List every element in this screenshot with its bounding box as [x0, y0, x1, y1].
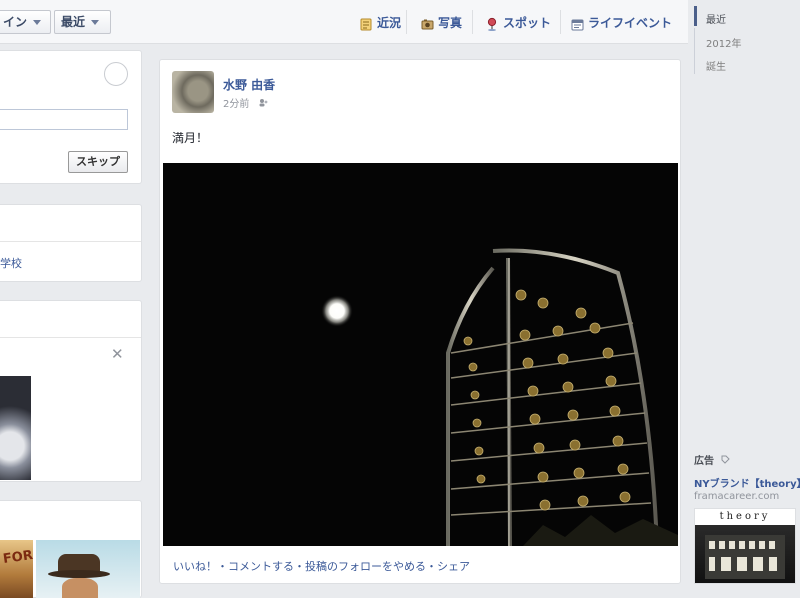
tab-life-event-label: ライフイベント: [588, 16, 673, 30]
tab-status-label: 近況: [377, 16, 402, 30]
tab-photo[interactable]: 写真: [421, 13, 462, 33]
school-link[interactable]: 学校: [0, 255, 22, 271]
avatar[interactable]: [172, 71, 214, 113]
timeline-nav-2012[interactable]: 2012年: [706, 35, 741, 50]
recent-dropdown[interactable]: 最近: [54, 10, 111, 34]
post-photo[interactable]: [163, 163, 678, 546]
divider: [472, 10, 473, 34]
post-text: 満月！: [172, 131, 209, 145]
camera-icon: [421, 17, 434, 30]
radio-circle[interactable]: [104, 62, 128, 86]
tab-photo-label: 写真: [438, 16, 463, 30]
timeline-nav-line: [694, 28, 695, 74]
post-meta: 2分前: [223, 95, 268, 110]
moon: [321, 295, 353, 327]
ad-url: framacareer.com: [694, 491, 780, 502]
status-icon: [360, 17, 372, 30]
thumbnail-photo[interactable]: [36, 540, 140, 598]
divider: [0, 241, 141, 242]
close-icon[interactable]: ✕: [111, 345, 124, 363]
life-event-icon: [571, 17, 584, 30]
tab-life-event[interactable]: ライフイベント: [571, 13, 672, 33]
divider: [560, 10, 561, 34]
map-pin-icon: [486, 17, 498, 31]
ad-title[interactable]: NYブランド【theory】: [694, 475, 800, 490]
tab-status[interactable]: 近況: [360, 13, 401, 33]
chevron-down-icon: [91, 20, 100, 25]
timeline-header: イン 最近 近況 写真 スポット ライフイベント: [0, 0, 688, 44]
night-scene: [163, 163, 678, 546]
ad-tag-icon: [721, 455, 731, 467]
friend-photo[interactable]: [0, 376, 31, 480]
timeline-post: 水野 由香 2分前 満月！ いいね！・コメントする・投稿のフォローをやめる・シェ…: [159, 59, 681, 584]
audience-icon[interactable]: [259, 98, 268, 110]
hat-brim-shape: [48, 570, 110, 578]
left-text-input[interactable]: [0, 109, 128, 130]
ad-heading: 広告: [694, 452, 731, 467]
recent-dropdown-label: 最近: [61, 15, 86, 29]
thumbnail-text: FOR: [2, 547, 34, 568]
timeline-nav-indicator: [694, 6, 697, 26]
post-actions[interactable]: いいね！・コメントする・投稿のフォローをやめる・シェア: [173, 558, 470, 574]
ad-image[interactable]: theory: [694, 508, 796, 584]
thumbnail-photo[interactable]: FOR: [0, 540, 34, 598]
skip-button[interactable]: スキップ: [68, 151, 128, 173]
post-timestamp[interactable]: 2分前: [223, 99, 249, 110]
divider: [0, 337, 141, 338]
chevron-down-icon: [33, 20, 42, 25]
timeline-dropdown[interactable]: イン: [0, 10, 51, 34]
ad-building-image: [695, 525, 795, 583]
timeline-nav-recent[interactable]: 最近: [706, 11, 726, 26]
timeline-dropdown-label: イン: [3, 15, 28, 29]
ad-heading-label: 広告: [694, 456, 714, 467]
post-author[interactable]: 水野 由香: [223, 76, 275, 93]
tab-spot-label: スポット: [503, 16, 552, 30]
tab-spot[interactable]: スポット: [486, 13, 551, 33]
timeline-nav-birth[interactable]: 誕生: [706, 58, 726, 73]
face-shape: [62, 578, 98, 598]
ad-logo: theory: [719, 511, 771, 522]
divider: [406, 10, 407, 34]
